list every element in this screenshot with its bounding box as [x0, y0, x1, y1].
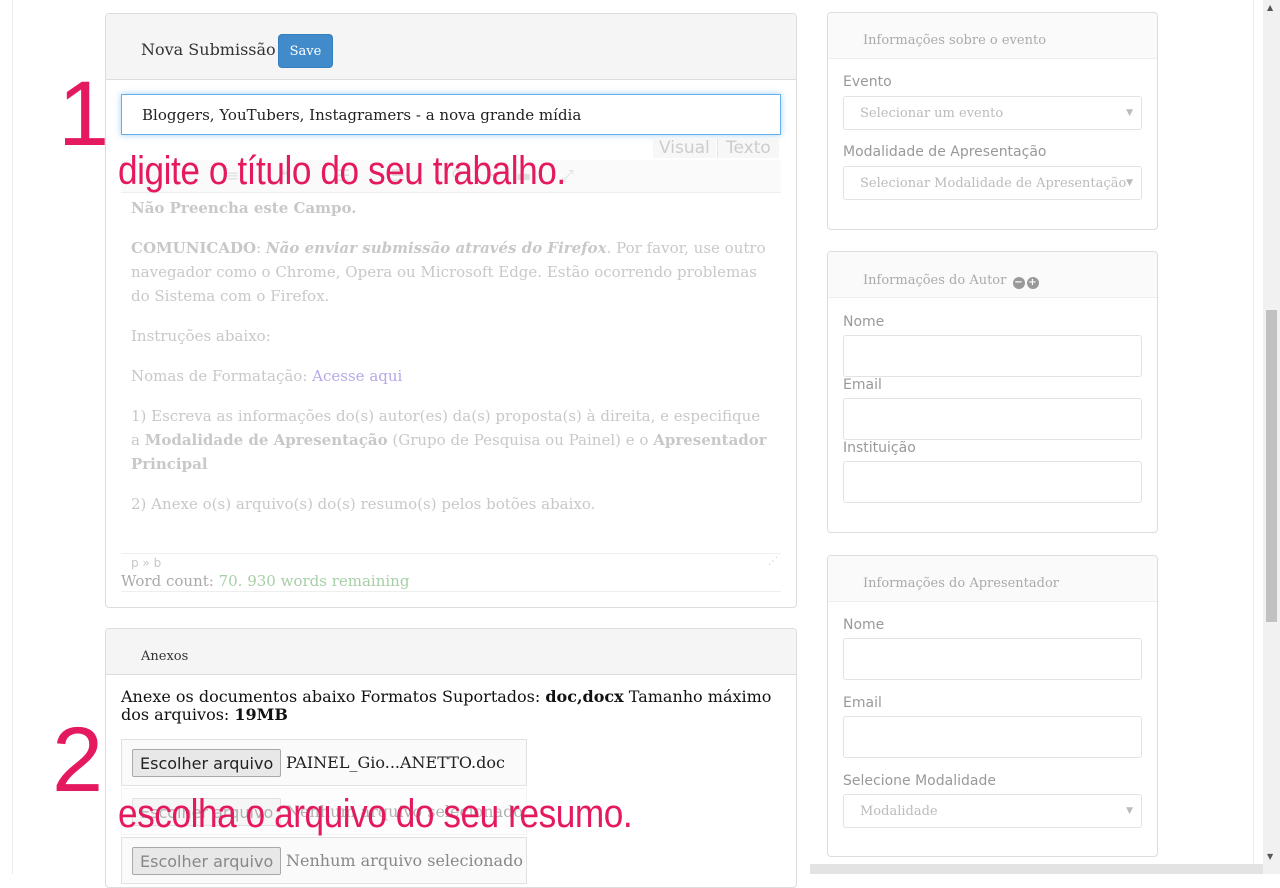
tab-visual[interactable]: Visual: [653, 138, 716, 158]
presenter-info-title: Informações do Apresentador: [863, 576, 1060, 591]
presenter-info-panel: Informações do Apresentador Nome Email S…: [827, 555, 1158, 857]
editor-announcement-label: COMUNICADO: [131, 239, 257, 257]
title-input[interactable]: [121, 94, 781, 135]
author-email-input[interactable]: [843, 398, 1142, 440]
scroll-up-icon[interactable]: ▲: [1267, 3, 1273, 12]
choose-file-button[interactable]: Escolher arquivo: [132, 847, 282, 875]
plus-circle-icon[interactable]: +: [1026, 277, 1039, 289]
scrollbar-thumb[interactable]: [1266, 310, 1277, 622]
author-institution-input[interactable]: [843, 461, 1142, 503]
editor-statusbar: p » b ⋰: [121, 553, 781, 572]
event-select[interactable]: Selecionar um evento ▼: [843, 96, 1142, 130]
file-upload-1: Escolher arquivo PAINEL_Gio...ANETTO.doc: [121, 739, 527, 786]
element-path: p » b: [131, 556, 162, 570]
event-label: Evento: [843, 74, 892, 90]
panel-title: Nova Submissão: [141, 40, 276, 59]
attachments-panel-header: Anexos: [106, 629, 796, 675]
modality-label: Modalidade de Apresentação: [843, 144, 1047, 160]
minus-circle-icon[interactable]: −: [1012, 277, 1025, 289]
chevron-down-icon: ▼: [1126, 108, 1133, 118]
horizontal-scrollbar[interactable]: [810, 864, 1263, 874]
firefox-warning-link[interactable]: Não enviar submissão através do Firefox: [266, 239, 607, 257]
vertical-scrollbar[interactable]: ▲ ▼: [1263, 0, 1280, 874]
chevron-down-icon: ▼: [1126, 806, 1133, 816]
step1-text: digite o título do seu trabalho.: [118, 149, 566, 193]
author-info-panel: Informações do Autor − + Nome Email Insti…: [827, 251, 1158, 533]
editor-notice: Não Preencha este Campo.: [131, 199, 357, 217]
event-info-panel: Informações sobre o evento Evento Seleci…: [827, 12, 1158, 230]
presenter-modality-select[interactable]: Modalidade ▼: [843, 794, 1142, 828]
chevron-down-icon: ▼: [1126, 178, 1133, 188]
wordcount-divider: [121, 591, 781, 592]
event-info-title: Informações sobre o evento: [863, 33, 1047, 48]
author-info-title: Informações do Autor: [863, 273, 1007, 288]
step2-text: escolha o arquivo do seu resumo.: [118, 792, 633, 836]
author-institution-label: Instituição: [843, 440, 916, 456]
resize-handle-icon[interactable]: ⋰: [768, 556, 778, 567]
presenter-name-input[interactable]: [843, 638, 1142, 680]
selected-file-name: PAINEL_Gio...ANETTO.doc: [286, 753, 505, 772]
step1-number: 1: [58, 63, 110, 165]
author-name-label: Nome: [843, 314, 885, 330]
word-count: Word count: 70. 930 words remaining: [121, 572, 410, 590]
editor-step2: 2) Anexe o(s) arquivo(s) do(s) resumo(s)…: [131, 495, 596, 513]
modality-select[interactable]: Selecionar Modalidade de Apresentação ▼: [843, 166, 1142, 200]
presenter-modality-label: Selecione Modalidade: [843, 773, 996, 789]
selected-file-name: Nenhum arquivo selecionado: [286, 851, 523, 870]
file-upload-3: Escolher arquivo Nenhum arquivo selecion…: [121, 837, 527, 884]
submission-panel-header: Nova Submissão Save: [106, 14, 796, 80]
choose-file-button[interactable]: Escolher arquivo: [132, 749, 282, 777]
presenter-name-label: Nome: [843, 617, 885, 633]
tab-text[interactable]: Texto: [717, 138, 779, 158]
attachments-description: Anexe os documentos abaixo Formatos Supo…: [121, 687, 772, 724]
save-button[interactable]: Save: [278, 34, 333, 68]
step2-number: 2: [52, 709, 104, 811]
formatting-link[interactable]: Acesse aqui: [312, 367, 402, 385]
attachments-title: Anexos: [141, 649, 189, 664]
presenter-email-input[interactable]: [843, 716, 1142, 758]
author-email-label: Email: [843, 377, 882, 393]
presenter-email-label: Email: [843, 695, 882, 711]
editor-instructions: Instruções abaixo:: [131, 327, 271, 345]
scroll-down-icon[interactable]: ▼: [1267, 852, 1273, 861]
editor-content[interactable]: Não Preencha este Campo. COMUNICADO: Não…: [131, 196, 771, 532]
author-name-input[interactable]: [843, 335, 1142, 377]
